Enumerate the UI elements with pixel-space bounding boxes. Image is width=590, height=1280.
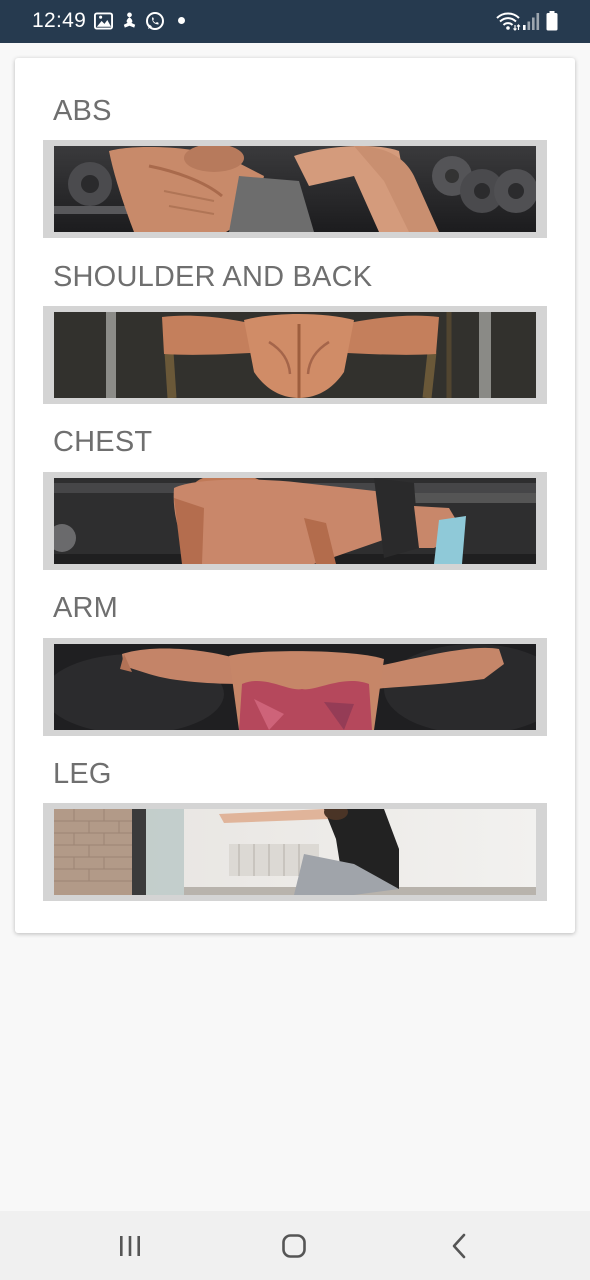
status-bar: 12:49	[0, 0, 590, 43]
signal-icon	[523, 13, 540, 30]
pushup-workout-photo[interactable]	[54, 478, 536, 564]
category-card-abs[interactable]	[43, 140, 547, 238]
category-title-shoulder-and-back: SHOULDER AND BACK	[53, 261, 373, 293]
arm-flex-photo[interactable]	[54, 644, 536, 730]
home-icon[interactable]	[276, 1231, 312, 1261]
yoga-app-icon	[123, 12, 136, 28]
category-title-chest: CHEST	[53, 426, 153, 458]
navigation-bar	[0, 1211, 590, 1280]
category-card-arm[interactable]	[43, 638, 547, 736]
category-title-leg: LEG	[53, 758, 112, 790]
abs-workout-photo[interactable]	[54, 146, 536, 232]
back-icon[interactable]	[442, 1231, 478, 1261]
gallery-icon	[94, 12, 113, 30]
battery-icon	[546, 11, 558, 31]
wifi-icon	[496, 12, 521, 31]
category-card-leg[interactable]	[43, 803, 547, 901]
status-time: 12:49	[32, 9, 87, 32]
category-title-abs: ABS	[53, 95, 112, 127]
notification-dot-icon	[178, 17, 185, 24]
leg-stretch-photo[interactable]	[54, 809, 536, 895]
category-title-arm: ARM	[53, 592, 119, 624]
category-card-shoulder-and-back[interactable]	[43, 306, 547, 404]
back-workout-photo[interactable]	[54, 312, 536, 398]
categories-card: ABS SHOULDER AND BACK CHEST ARM LEG	[15, 58, 575, 933]
category-card-chest[interactable]	[43, 472, 547, 570]
recents-icon[interactable]	[112, 1231, 148, 1261]
whatsapp-icon	[146, 12, 164, 30]
